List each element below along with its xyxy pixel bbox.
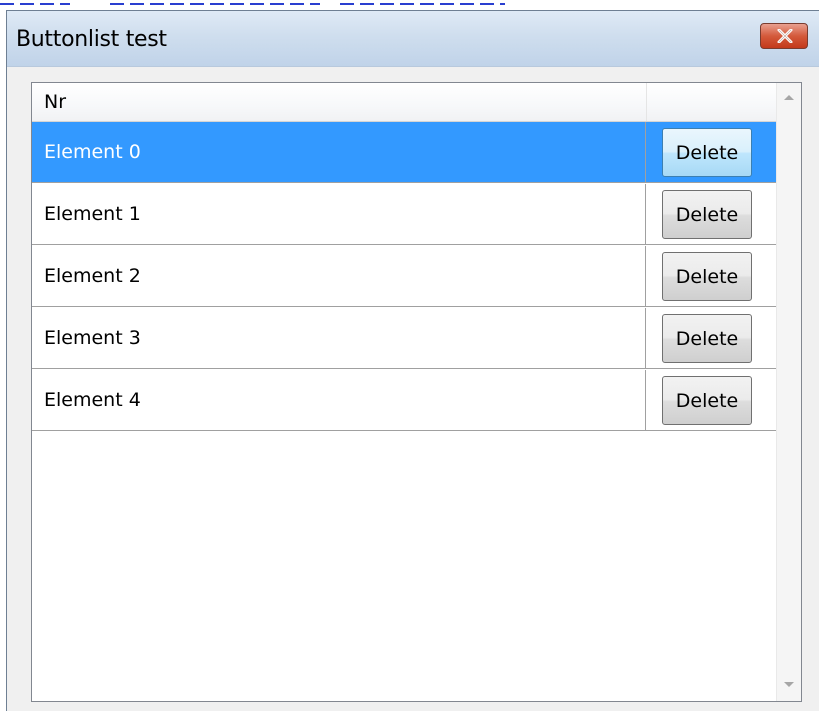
row-label-cell: Element 1 [32, 184, 646, 244]
row-action-cell: Delete [647, 308, 776, 368]
close-button[interactable] [760, 23, 808, 49]
row-label: Element 4 [44, 389, 141, 411]
scroll-down-arrow-icon [784, 682, 794, 687]
row-label-cell: Element 3 [32, 308, 646, 368]
delete-button[interactable]: Delete [662, 128, 752, 177]
button-list[interactable]: Nr Element 0 Delete Element 1 Delete Ele… [31, 82, 802, 702]
list-row[interactable]: Element 2 Delete [32, 246, 776, 307]
delete-button[interactable]: Delete [662, 314, 752, 363]
delete-button[interactable]: Delete [662, 190, 752, 239]
row-label-cell: Element 2 [32, 246, 646, 306]
row-label-cell: Element 0 [32, 122, 646, 182]
delete-button[interactable]: Delete [662, 252, 752, 301]
list-row[interactable]: Element 1 Delete [32, 184, 776, 245]
scroll-down-button[interactable] [777, 671, 802, 701]
list-row[interactable]: Element 0 Delete [32, 122, 776, 183]
scroll-up-button[interactable] [777, 83, 802, 113]
row-label: Element 3 [44, 327, 141, 349]
column-header-action[interactable] [647, 83, 776, 121]
dialog-window: Buttonlist test Nr Element 0 Delete Elem… [6, 10, 819, 711]
list-header: Nr [32, 83, 776, 122]
column-header-label: Nr [44, 91, 67, 113]
vertical-scrollbar[interactable] [776, 83, 801, 701]
title-bar[interactable]: Buttonlist test [7, 11, 819, 67]
row-action-cell: Delete [647, 184, 776, 244]
list-row[interactable]: Element 3 Delete [32, 308, 776, 369]
row-label: Element 2 [44, 265, 141, 287]
row-label-cell: Element 4 [32, 370, 646, 430]
scroll-up-arrow-icon [784, 95, 794, 100]
close-icon [777, 29, 793, 43]
row-action-cell: Delete [647, 246, 776, 306]
window-title: Buttonlist test [16, 27, 167, 52]
list-row[interactable]: Element 4 Delete [32, 370, 776, 431]
column-header-nr[interactable]: Nr [32, 83, 647, 121]
row-action-cell: Delete [647, 370, 776, 430]
row-label: Element 1 [44, 203, 141, 225]
row-action-cell: Delete [647, 122, 776, 182]
delete-button[interactable]: Delete [662, 376, 752, 425]
row-label: Element 0 [44, 141, 141, 163]
